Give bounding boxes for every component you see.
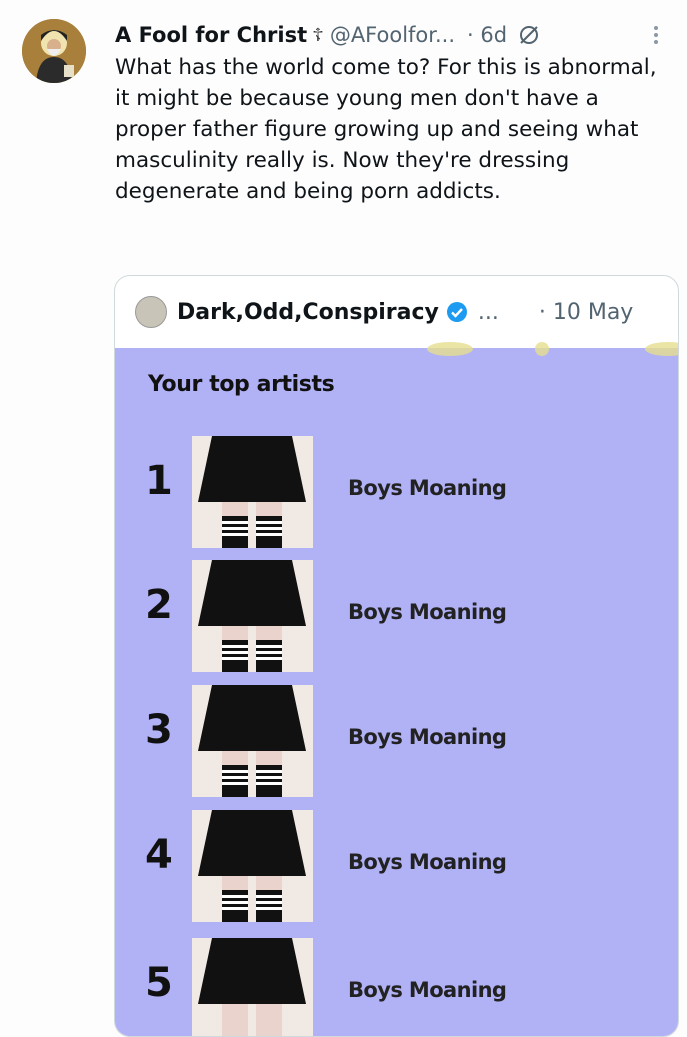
artist-name: Boys Moaning	[348, 725, 507, 749]
quoted-name-overflow: ...	[477, 299, 499, 325]
saint-icon	[22, 19, 86, 83]
artist-rank: 2	[145, 582, 173, 628]
skirt-image	[192, 560, 313, 672]
artist-thumbnail	[192, 938, 313, 1036]
quoted-tweet[interactable]: Dark,Odd,Conspiracy ... · 10 May Your to…	[114, 275, 679, 1037]
artist-name: Boys Moaning	[348, 978, 507, 1002]
cross-icon: ☦	[312, 24, 324, 46]
artist-row: 1 Boys Moaning	[115, 436, 678, 550]
tweet-header: A Fool for Christ ☦ @AFoolfor... · 6d	[115, 18, 667, 52]
avatar[interactable]	[22, 19, 86, 83]
decor-blob	[427, 342, 473, 356]
decor-blob	[645, 342, 678, 356]
quoted-avatar	[135, 296, 167, 328]
skirt-image	[192, 938, 313, 1036]
artist-row: 2 Boys Moaning	[115, 560, 678, 674]
artist-rank: 4	[145, 832, 173, 878]
artist-row: 3 Boys Moaning	[115, 685, 678, 799]
artist-thumbnail	[192, 810, 313, 922]
skirt-image	[192, 436, 313, 548]
artist-thumbnail	[192, 436, 313, 548]
timestamp[interactable]: · 6d	[467, 23, 507, 47]
quoted-tweet-header: Dark,Odd,Conspiracy ... · 10 May	[115, 276, 678, 348]
artist-name: Boys Moaning	[348, 850, 507, 874]
card-title: Your top artists	[148, 372, 335, 397]
verified-icon	[446, 302, 467, 322]
top-artists-card: Your top artists 1 Boys Moaning 2 Boys M…	[115, 342, 678, 1036]
skirt-image	[192, 685, 313, 797]
more-options-icon[interactable]	[653, 26, 659, 44]
artist-row: 5 Boys Moaning	[115, 938, 678, 1036]
artist-thumbnail	[192, 685, 313, 797]
artist-rank: 5	[145, 960, 173, 1006]
skirt-image	[192, 810, 313, 922]
quoted-display-name: Dark,Odd,Conspiracy	[177, 299, 439, 325]
tweet-text: What has the world come to? For this is …	[115, 55, 657, 204]
decor-blob	[535, 342, 549, 356]
handle[interactable]: @AFoolfor...	[330, 23, 455, 47]
artist-thumbnail	[192, 560, 313, 672]
artist-name: Boys Moaning	[348, 476, 507, 500]
display-name[interactable]: A Fool for Christ	[115, 23, 307, 47]
quoted-timestamp: · 10 May	[538, 299, 634, 325]
artist-name: Boys Moaning	[348, 600, 507, 624]
artist-rank: 3	[145, 707, 173, 753]
artist-rank: 1	[145, 458, 173, 504]
artist-row: 4 Boys Moaning	[115, 810, 678, 924]
grok-slash-icon[interactable]	[517, 23, 541, 47]
